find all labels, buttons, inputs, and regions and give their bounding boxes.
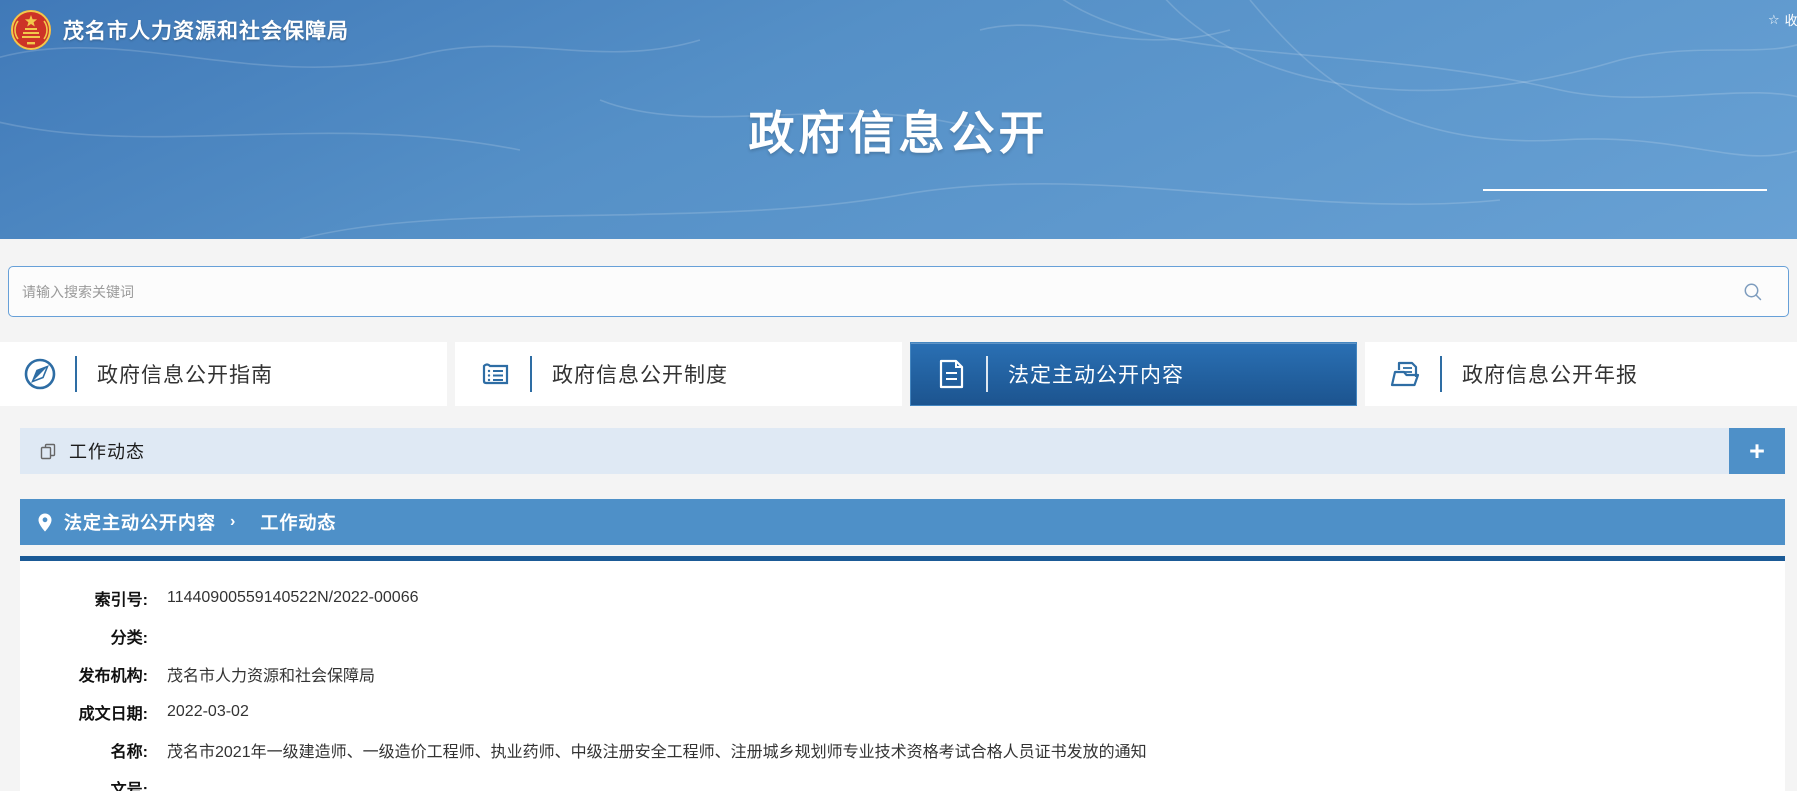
national-emblem-icon xyxy=(11,10,51,50)
tab-info-system[interactable]: 政府信息公开制度 xyxy=(455,342,902,406)
page: 茂名市人力资源和社会保障局 ☆ 收 政府信息公开 政府信息公开指南 xyxy=(0,0,1797,791)
field-row-title: 名称: 茂名市2021年一级建造师、一级造价工程师、执业药师、中级注册安全工程师… xyxy=(20,731,1785,768)
breadcrumb-separator-icon: › xyxy=(230,513,237,530)
document-icon xyxy=(939,359,964,389)
field-label: 索引号: xyxy=(94,591,148,609)
header-banner: 茂名市人力资源和社会保障局 ☆ 收 政府信息公开 xyxy=(0,0,1797,239)
field-label: 发布机构: xyxy=(78,667,148,685)
breadcrumb: 法定主动公开内容 › 工作动态 xyxy=(20,499,1785,545)
tab-divider xyxy=(530,356,532,392)
field-label: 文号: xyxy=(110,781,148,791)
header-underline xyxy=(1483,189,1767,191)
field-value: 11440900559140522N/2022-00066 xyxy=(167,588,419,606)
section-title: 工作动态 xyxy=(69,442,145,462)
favorite-label: 收 xyxy=(1784,13,1797,28)
tab-statutory-disclosure[interactable]: 法定主动公开内容 xyxy=(910,342,1357,406)
field-row-index-number: 索引号: 11440900559140522N/2022-00066 xyxy=(20,579,1785,616)
site-name: 茂名市人力资源和社会保障局 xyxy=(63,20,349,43)
search-input[interactable] xyxy=(9,267,1788,316)
tab-divider xyxy=(1440,356,1442,392)
tab-annual-report[interactable]: 政府信息公开年报 xyxy=(1365,342,1797,406)
breadcrumb-item-parent[interactable]: 法定主动公开内容 xyxy=(64,509,216,535)
breadcrumb-item-current[interactable]: 工作动态 xyxy=(260,509,336,535)
page-title: 政府信息公开 xyxy=(748,107,1049,159)
site-brand[interactable]: 茂名市人力资源和社会保障局 xyxy=(10,9,349,51)
tab-divider xyxy=(75,356,77,392)
field-row-category: 分类: xyxy=(20,617,1785,654)
field-label: 成文日期: xyxy=(78,705,148,723)
compass-icon xyxy=(24,358,56,390)
section-bar: 工作动态 + xyxy=(20,428,1785,474)
field-label: 名称: xyxy=(110,743,148,761)
location-pin-icon xyxy=(38,513,52,531)
tab-label: 政府信息公开制度 xyxy=(552,364,728,387)
folder-report-icon xyxy=(1390,361,1420,387)
favorite-link[interactable]: ☆ 收 xyxy=(1768,10,1797,29)
tab-info-guide[interactable]: 政府信息公开指南 xyxy=(0,342,447,406)
tab-label: 政府信息公开指南 xyxy=(97,364,273,387)
field-row-date: 成文日期: 2022-03-02 xyxy=(20,693,1785,730)
expand-button[interactable]: + xyxy=(1729,428,1785,474)
book-icon xyxy=(482,363,509,385)
pages-icon xyxy=(40,443,56,459)
field-value: 2022-03-02 xyxy=(167,702,249,720)
field-value: 茂名市人力资源和社会保障局 xyxy=(167,667,376,685)
star-icon: ☆ xyxy=(1768,11,1780,27)
tab-label: 法定主动公开内容 xyxy=(1008,364,1184,387)
field-value: 茂名市2021年一级建造师、一级造价工程师、执业药师、中级注册安全工程师、注册城… xyxy=(167,743,1147,761)
search-icon[interactable] xyxy=(1743,282,1763,302)
search-bar xyxy=(8,266,1789,317)
detail-panel: 索引号: 11440900559140522N/2022-00066 分类: 发… xyxy=(20,556,1785,791)
tab-divider xyxy=(986,356,988,392)
field-label: 分类: xyxy=(110,629,148,647)
tab-label: 政府信息公开年报 xyxy=(1462,364,1638,387)
field-row-doc-number: 文号: xyxy=(20,769,1785,791)
field-row-publisher: 发布机构: 茂名市人力资源和社会保障局 xyxy=(20,655,1785,692)
